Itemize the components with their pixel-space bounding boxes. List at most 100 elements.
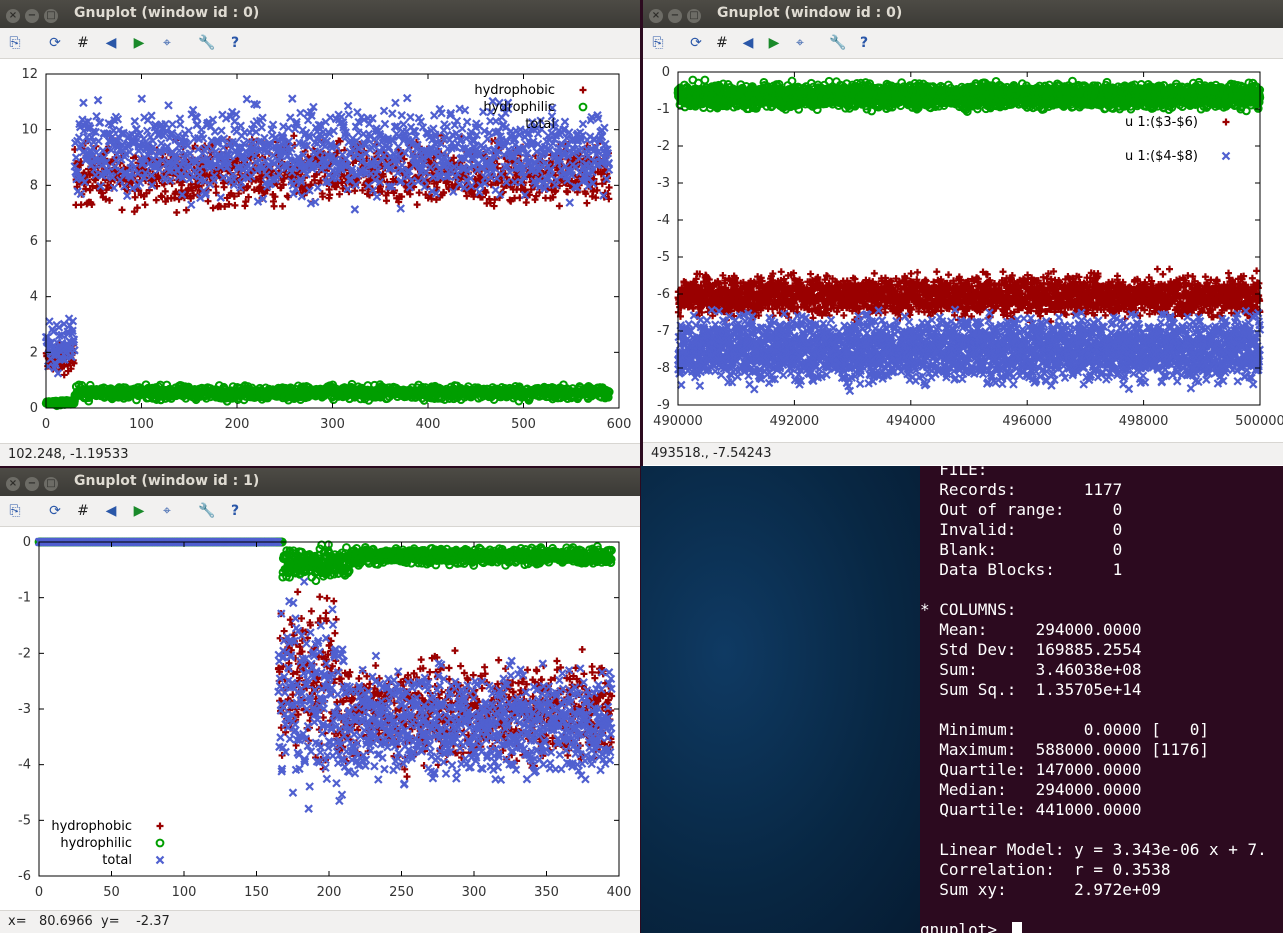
data-point-cross [600,123,609,133]
data-point-cross [286,113,295,122]
toolbar: ⎘ ⟳ # ◀ ▶ ⌖ 🔧 ? [0,28,640,59]
data-point-cross [402,93,412,103]
data-point-cross [142,126,152,136]
data-point-cross [93,95,103,105]
data-point-plus [579,86,587,94]
data-point-cross [217,126,226,135]
legend-label: hydrophilic [483,100,555,115]
data-point-cross [399,120,408,129]
data-point-plus [231,201,239,209]
data-point-cross [462,117,472,127]
y-tick-label: 4 [30,290,38,305]
x-tick-label: 200 [225,417,250,432]
data-point-cross [130,117,140,126]
data-point-cross [397,111,407,120]
title-bar[interactable]: × − □ Gnuplot (window id : 0) [0,0,640,28]
data-point-plus [605,184,613,192]
data-point-cross [560,117,570,127]
data-point-cross [372,192,382,202]
data-point-cross [491,116,501,126]
zoom-previous-icon[interactable]: ◀ [102,34,120,52]
data-point-cross [216,193,226,202]
data-point-cross [483,134,493,144]
data-point-cross [343,101,353,111]
x-tick-label: 600 [607,417,632,432]
data-point-cross [168,120,177,129]
maximize-window-icon[interactable]: □ [687,9,701,23]
data-point-plus [209,204,217,212]
data-point-plus [583,199,591,207]
y-tick-label: 12 [21,67,38,82]
settings-icon[interactable]: 🔧 [829,34,847,52]
data-point-cross [350,205,360,214]
y-tick-label: 10 [21,123,38,138]
gnuplot-window-0-right[interactable]: × − □ Gnuplot (window id : 0) ⎘ ⟳ # ◀ ▶ ⌖ … [643,0,1283,466]
data-point-plus [279,202,287,210]
status-bar-coordinates: 102.248, -1.19533 [0,443,640,466]
data-point-cross [296,108,305,118]
y-tick-label: 8 [30,178,38,193]
y-tick-label: 0 [30,401,38,416]
close-window-icon[interactable]: × [6,9,20,23]
data-point-cross [565,198,575,207]
x-tick-label: 400 [416,417,441,432]
legend-label: total [525,117,555,132]
data-point-plus [106,196,114,204]
data-point-cross [396,204,405,213]
copy-to-clipboard-icon[interactable]: ⎘ [6,34,24,52]
data-point-plus [220,183,228,191]
data-point-circle [578,102,588,112]
x-tick-label: 0 [42,417,50,432]
minimize-window-icon[interactable]: − [668,9,682,23]
data-point-cross [186,200,196,210]
data-point-plus [564,188,572,196]
zoom-next-icon[interactable]: ▶ [765,34,783,52]
data-point-cross [236,121,246,131]
data-point-plus [131,193,139,201]
scatter-plot: 490000 492000 494000 496000 498000 5000000-1-… [653,65,1283,429]
copy-to-clipboard-icon[interactable]: ⎘ [649,34,667,52]
plot-area[interactable]: 490000 492000 494000 496000 498000 500000 0 -1-… [643,59,1283,442]
data-point-plus [555,202,563,210]
data-point-plus [413,201,421,209]
zoom-previous-icon[interactable]: ◀ [739,34,757,52]
y-tick-label: 2 [30,345,38,360]
replot-icon[interactable]: ⟳ [46,34,64,52]
data-point-cross [175,120,185,129]
title-bar[interactable]: × − □ Gnuplot (window id : 0) [643,0,1283,28]
grid-icon[interactable]: # [74,34,92,52]
data-point-cross [344,110,354,119]
autoscale-icon[interactable]: ⌖ [158,34,176,52]
window-title: Gnuplot (window id : 0) [717,5,903,21]
scatter-plot: 0 100 200 300 400 500 600024681012hydrophobich… [21,67,632,432]
data-point-plus [382,197,390,205]
data-point-cross [442,122,452,131]
data-point-plus [141,201,149,209]
data-point-cross [313,183,323,192]
data-point-cross [380,119,390,129]
replot-icon[interactable]: ⟳ [687,34,705,52]
plot-area[interactable]: 0 100 200 300 400 500 600 0 2 4 6 8 10 12 hydrophobic h… [0,59,640,443]
help-icon[interactable]: ? [855,34,873,52]
x-tick-label: 300 [320,417,345,432]
data-point-cross [288,94,297,103]
zoom-next-icon[interactable]: ▶ [130,34,148,52]
data-point-cross [242,94,252,104]
minimize-window-icon[interactable]: − [25,9,39,23]
close-window-icon[interactable]: × [649,9,663,23]
toolbar: ⎘ ⟳ # ◀ ▶ ⌖ 🔧 ? [643,28,1283,59]
y-tick-label: 6 [30,234,38,249]
data-point-plus [118,206,126,214]
data-point-plus [270,202,278,210]
maximize-window-icon[interactable]: □ [44,9,58,23]
help-icon[interactable]: ? [226,34,244,52]
data-point-circle [787,76,797,86]
data-point-cross [71,153,81,162]
data-point-cross [164,101,173,110]
autoscale-icon[interactable]: ⌖ [791,34,809,52]
data-point-cross [379,106,389,116]
gnuplot-window-0-left[interactable]: × − □ Gnuplot (window id : 0) ⎘ ⟳ # ◀ ▶ ⌖ … [0,0,640,466]
settings-icon[interactable]: 🔧 [198,34,216,52]
grid-icon[interactable]: # [713,34,731,52]
data-point-cross [79,98,88,108]
